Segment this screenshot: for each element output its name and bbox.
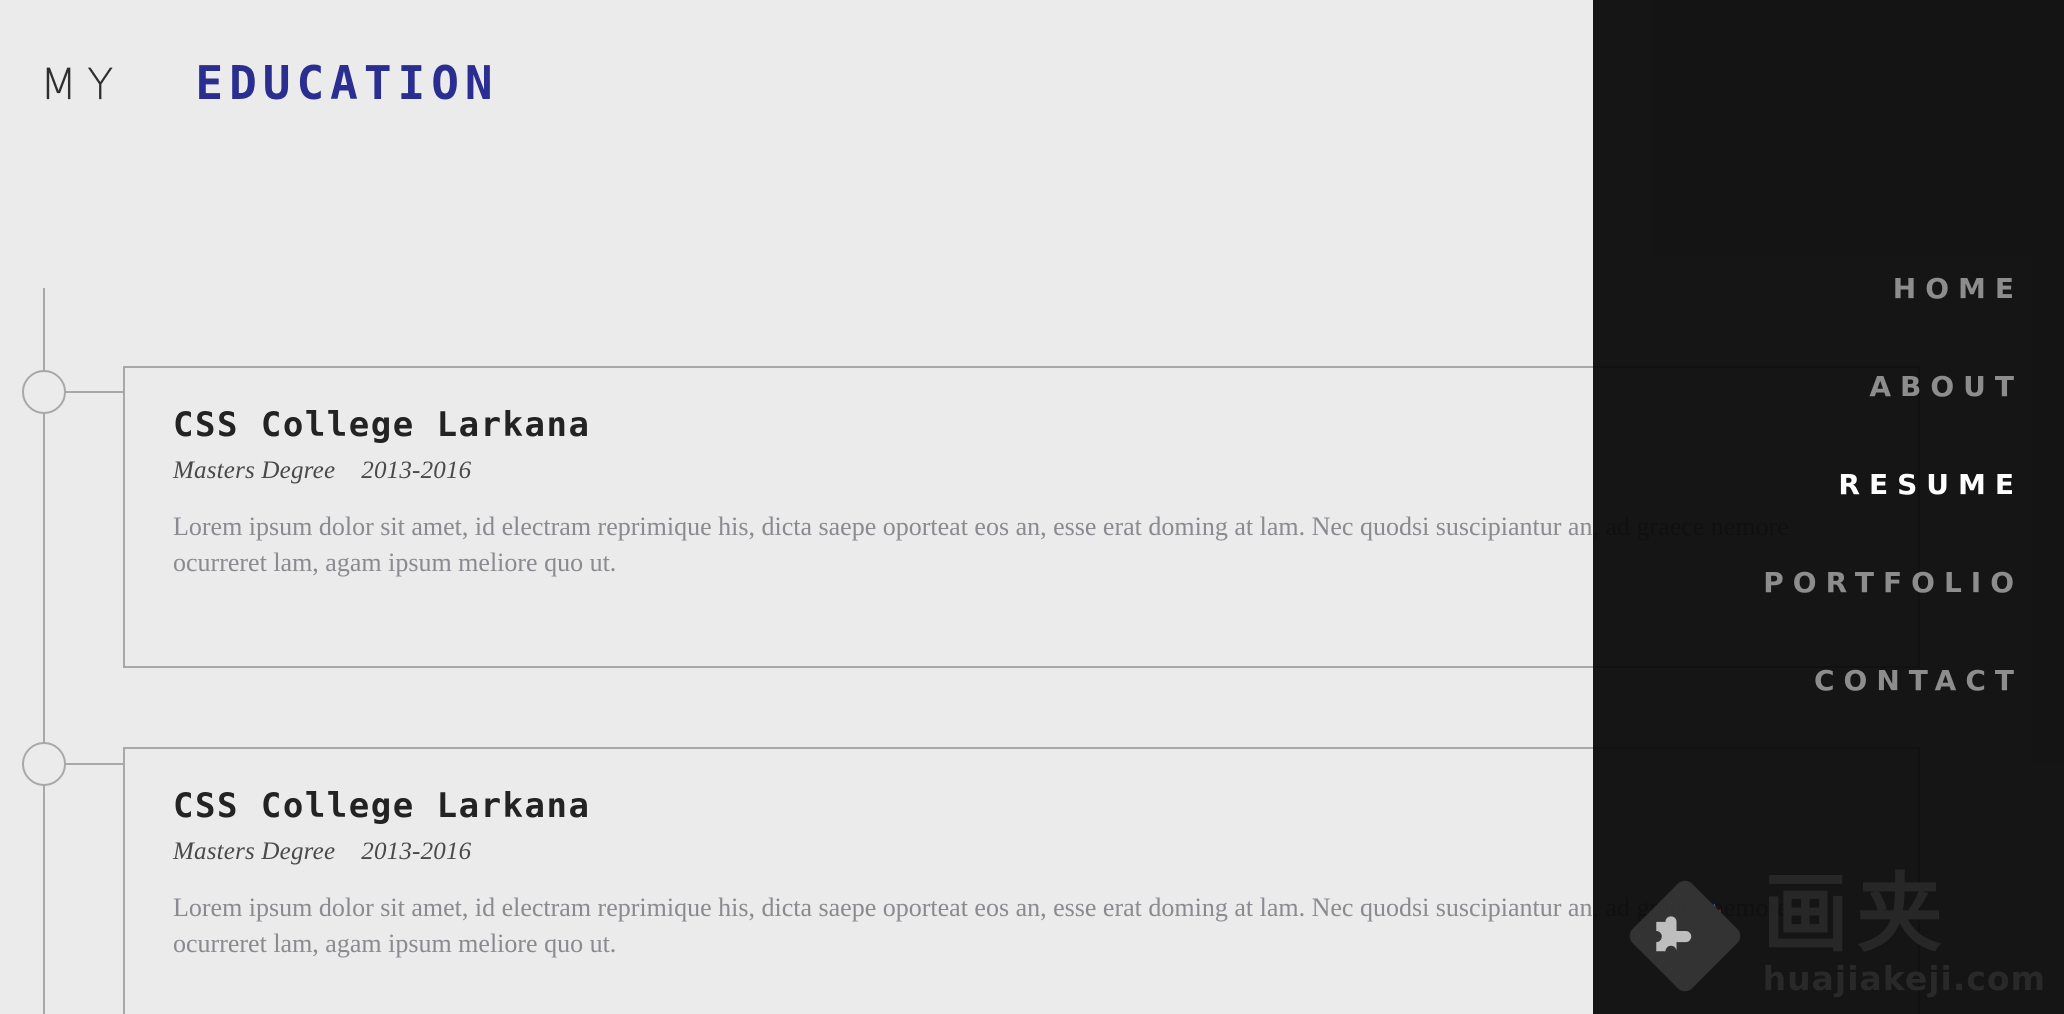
nav-list: HOME ABOUT RESUME PORTFOLIO CONTACT <box>1763 272 2025 762</box>
education-description: Lorem ipsum dolor sit amet, id electram … <box>173 892 1789 959</box>
nav-item-home[interactable]: HOME <box>1763 272 2025 305</box>
watermark-brand-cjk: 画夹 <box>1762 863 1951 964</box>
education-description: Lorem ipsum dolor sit amet, id electram … <box>173 511 1789 578</box>
page-title-main: EDUCATION <box>195 56 499 110</box>
nav-item-contact[interactable]: CONTACT <box>1763 664 2025 697</box>
side-navigation-panel: HOME ABOUT RESUME PORTFOLIO CONTACT 画夹 h… <box>1593 0 2064 1014</box>
timeline-connector <box>66 763 124 765</box>
education-degree: Masters Degree <box>173 456 336 484</box>
education-years: 2013-2016 <box>361 837 472 865</box>
nav-item-about[interactable]: ABOUT <box>1763 370 2025 403</box>
timeline-node-circle-icon <box>22 742 66 786</box>
timeline-connector <box>66 391 124 393</box>
diamond-puzzle-logo-icon <box>1621 872 1749 1000</box>
watermark-domain: huajiakeji.com <box>1762 959 2046 999</box>
nav-item-resume[interactable]: RESUME <box>1763 468 2025 501</box>
nav-item-portfolio[interactable]: PORTFOLIO <box>1763 566 2025 599</box>
timeline-node-circle-icon <box>22 370 66 414</box>
education-degree: Masters Degree <box>173 837 336 865</box>
page-title-prefix: MY <box>40 60 124 110</box>
watermark-text-block: 画夹 huajiakeji.com <box>1762 863 2046 999</box>
page-title: MY EDUCATION <box>40 56 499 110</box>
watermark: 画夹 huajiakeji.com <box>1621 863 2046 1000</box>
education-section-page: MY EDUCATION CSS College Larkana Masters… <box>0 0 2064 1014</box>
education-years: 2013-2016 <box>361 456 472 484</box>
